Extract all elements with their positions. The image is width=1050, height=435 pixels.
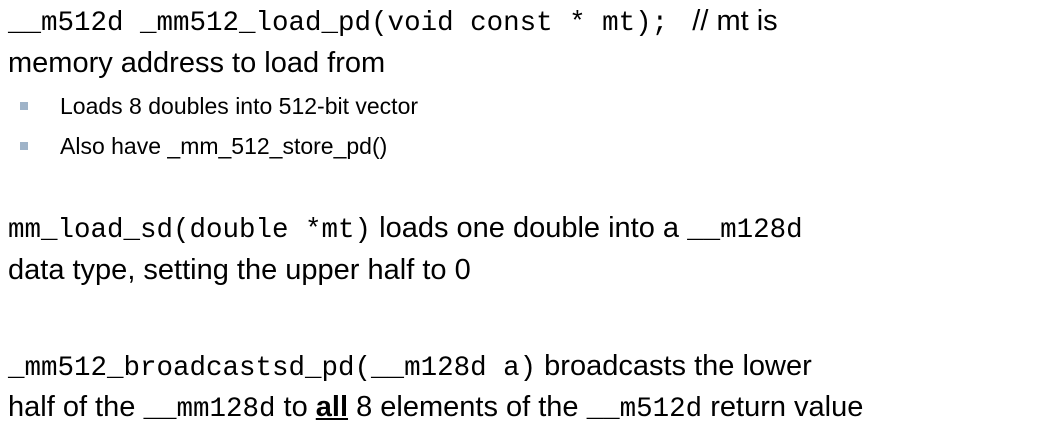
bullet-item-1: Loads 8 doubles into 512-bit vector (20, 92, 418, 120)
broadcast-line-1: _mm512_broadcastsd_pd(__m128d a) broadca… (8, 345, 812, 390)
load-sd-description: loads one double into a (379, 212, 680, 244)
broadcast-line2-mid: 8 elements of the (356, 391, 579, 423)
broadcast-line2-pre: half of the (8, 391, 136, 423)
load-pd-line-2: memory address to load from (8, 47, 386, 79)
broadcast-to: to (283, 391, 308, 423)
load-pd-comment: // mt is (692, 5, 778, 37)
bullet-item-2: Also have _mm_512_store_pd() (20, 132, 387, 160)
load-sd-line-2: data type, setting the upper half to 0 (8, 254, 471, 286)
bullet-text-2: Also have _mm_512_store_pd() (60, 133, 388, 159)
mm128d-type: __mm128d (143, 394, 276, 425)
m128d-type: __m128d (687, 215, 803, 246)
m512d-type: __m512d (586, 394, 703, 425)
square-bullet-icon (20, 101, 28, 110)
square-bullet-icon (20, 141, 28, 150)
emphasis-all: all (315, 391, 349, 423)
load-pd-line-1: __m512d _mm512_load_pd(void const * mt);… (8, 0, 778, 45)
load-sd-line-1: mm_load_sd(double *mt) loads one double … (8, 207, 803, 252)
broadcast-line-2: half of the __mm128d to all 8 elements o… (8, 386, 863, 431)
broadcast-signature: _mm512_broadcastsd_pd(__m128d a) (8, 353, 537, 384)
broadcast-description: broadcasts the lower (544, 350, 812, 382)
load-pd-signature: __m512d _mm512_load_pd(void const * mt); (8, 8, 669, 39)
bullet-text-1: Loads 8 doubles into 512-bit vector (60, 93, 419, 119)
broadcast-line2-end: return value (710, 391, 864, 423)
load-sd-signature: mm_load_sd(double *mt) (8, 215, 372, 246)
